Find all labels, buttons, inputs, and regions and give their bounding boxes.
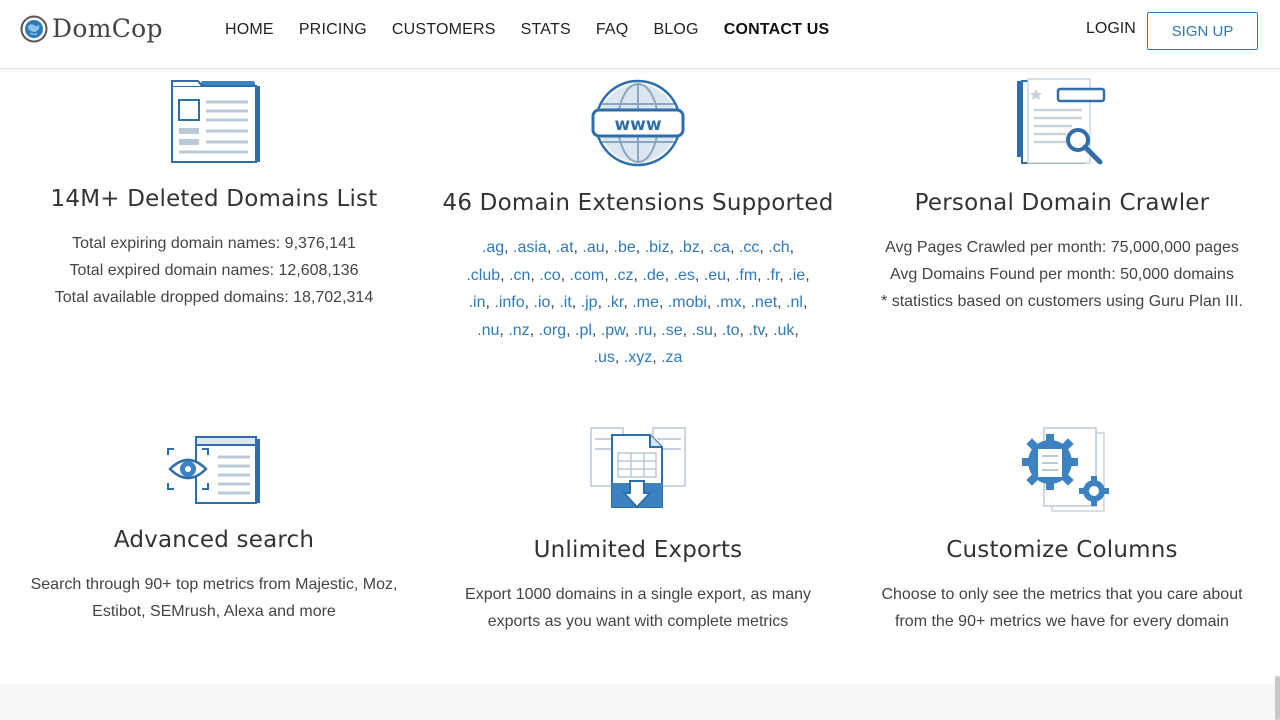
- extension-link[interactable]: .in: [469, 294, 486, 311]
- extension-link[interactable]: .au: [582, 239, 604, 256]
- extension-link[interactable]: .nz: [508, 322, 529, 339]
- extension-link[interactable]: .nl: [786, 294, 803, 311]
- extension-link[interactable]: .cn: [509, 267, 530, 284]
- feature-title: 46 Domain Extensions Supported: [442, 190, 834, 216]
- login-link[interactable]: LOGIN: [1086, 20, 1136, 38]
- extension-link[interactable]: .ca: [709, 239, 730, 256]
- footer-band: [0, 684, 1280, 720]
- extension-link[interactable]: .kr: [606, 294, 623, 311]
- svg-text:www: www: [614, 115, 661, 135]
- feature-title: Advanced search: [113, 527, 315, 553]
- nav-home[interactable]: HOME: [225, 21, 274, 39]
- extension-link[interactable]: .ie: [788, 267, 805, 284]
- feature-title: Unlimited Exports: [533, 537, 743, 563]
- signup-button[interactable]: SIGN UP: [1147, 12, 1258, 50]
- extension-link[interactable]: .jp: [581, 294, 598, 311]
- description-line: Export 1000 domains in a single export, …: [465, 586, 811, 603]
- extension-link[interactable]: .at: [556, 239, 574, 256]
- extension-link[interactable]: .pl: [575, 322, 592, 339]
- extension-link[interactable]: .ch: [768, 239, 789, 256]
- feature-description: Total expiring domain names: 9,376,141 T…: [14, 230, 414, 311]
- extension-link[interactable]: .fr: [766, 267, 779, 284]
- extension-link[interactable]: .org: [539, 322, 567, 339]
- page-scrollbar[interactable]: [1275, 676, 1280, 720]
- extension-link[interactable]: .info: [494, 294, 524, 311]
- extension-link[interactable]: .cc: [739, 239, 759, 256]
- feature-description: Export 1000 domains in a single export, …: [438, 581, 838, 635]
- site-header: DomCop HOME PRICING CUSTOMERS STATS FAQ …: [0, 0, 1280, 69]
- deleted-domains-list-icon: [171, 80, 260, 163]
- description-line: Choose to only see the metrics that you …: [881, 586, 1243, 603]
- extension-link[interactable]: .club: [466, 267, 500, 284]
- stat-expired: Total expired domain names: 12,608,136: [69, 262, 359, 279]
- extension-link[interactable]: .com: [570, 267, 605, 284]
- stat-pages-crawled: Avg Pages Crawled per month: 75,000,000 …: [885, 239, 1239, 256]
- logo[interactable]: DomCop: [20, 14, 163, 43]
- extension-link[interactable]: .ru: [634, 322, 653, 339]
- www-globe-icon: www: [591, 79, 685, 167]
- nav-blog[interactable]: BLOG: [653, 21, 698, 39]
- document-magnifier-icon: [1017, 78, 1106, 165]
- feature-title: Customize Columns: [946, 537, 1178, 563]
- extension-link[interactable]: .to: [722, 322, 740, 339]
- extension-link[interactable]: .eu: [704, 267, 726, 284]
- extension-link[interactable]: .nu: [477, 322, 499, 339]
- extension-link[interactable]: .xyz: [624, 349, 652, 366]
- description-line: Estibot, SEMrush, Alexa and more: [92, 603, 336, 620]
- logo-text: DomCop: [52, 14, 163, 43]
- extension-link[interactable]: .es: [674, 267, 695, 284]
- feature-advanced-search: Advanced search Search through 90+ top m…: [14, 425, 414, 625]
- extension-link[interactable]: .be: [614, 239, 636, 256]
- extension-link[interactable]: .se: [661, 322, 682, 339]
- export-download-icon: [590, 427, 686, 509]
- gear-columns-icon: [1022, 427, 1109, 512]
- extension-link[interactable]: .biz: [645, 239, 670, 256]
- extension-link[interactable]: .mobi: [668, 294, 707, 311]
- feature-title: 14M+ Deleted Domains List: [50, 186, 378, 212]
- stat-domains-found: Avg Domains Found per month: 50,000 doma…: [890, 266, 1234, 283]
- extension-link[interactable]: .co: [539, 267, 560, 284]
- feature-description: Choose to only see the metrics that you …: [862, 581, 1262, 635]
- extension-link[interactable]: .me: [632, 294, 659, 311]
- feature-domain-crawler: Personal Domain Crawler Avg Pages Crawle…: [862, 78, 1262, 315]
- nav-stats[interactable]: STATS: [521, 21, 571, 39]
- extension-link[interactable]: .su: [692, 322, 713, 339]
- eye-browser-icon: [167, 436, 260, 504]
- extension-link[interactable]: .asia: [513, 239, 547, 256]
- feature-unlimited-exports: Unlimited Exports Export 1000 domains in…: [438, 425, 838, 635]
- nav-customers[interactable]: CUSTOMERS: [392, 21, 496, 39]
- stat-expiring: Total expiring domain names: 9,376,141: [72, 235, 356, 252]
- description-line: Search through 90+ top metrics from Maje…: [30, 576, 398, 593]
- extension-link[interactable]: .cz: [613, 267, 633, 284]
- feature-title: Personal Domain Crawler: [914, 190, 1210, 216]
- extension-link[interactable]: .fm: [735, 267, 757, 284]
- extension-link[interactable]: .za: [661, 349, 682, 366]
- extension-link[interactable]: .bz: [678, 239, 699, 256]
- extension-link[interactable]: .it: [559, 294, 571, 311]
- extension-link[interactable]: .us: [594, 349, 615, 366]
- extension-list: .ag, .asia, .at, .au, .be, .biz, .bz, .c…: [466, 239, 810, 366]
- feature-description: Search through 90+ top metrics from Maje…: [14, 571, 414, 625]
- nav-contact-us[interactable]: CONTACT US: [724, 21, 830, 39]
- feature-deleted-domains: 14M+ Deleted Domains List Total expiring…: [14, 78, 414, 311]
- description-line: from the 90+ metrics we have for every d…: [895, 613, 1229, 630]
- main-nav: HOME PRICING CUSTOMERS STATS FAQ BLOG CO…: [225, 0, 854, 60]
- stat-dropped: Total available dropped domains: 18,702,…: [54, 289, 374, 306]
- extension-link[interactable]: .net: [750, 294, 777, 311]
- extension-link[interactable]: .de: [642, 267, 664, 284]
- feature-domain-extensions: www 46 Domain Extensions Supported .ag, …: [438, 78, 838, 372]
- feature-customize-columns: Customize Columns Choose to only see the…: [862, 425, 1262, 635]
- extension-link[interactable]: .uk: [773, 322, 794, 339]
- description-line: exports as you want with complete metric…: [487, 613, 789, 630]
- domcop-logo-icon: [20, 15, 48, 42]
- extension-link[interactable]: .io: [534, 294, 551, 311]
- feature-description: Avg Pages Crawled per month: 75,000,000 …: [862, 234, 1262, 315]
- stat-footnote: * statistics based on customers using Gu…: [881, 293, 1243, 310]
- extension-link[interactable]: .mx: [716, 294, 742, 311]
- nav-pricing[interactable]: PRICING: [299, 21, 367, 39]
- extension-link[interactable]: .ag: [482, 239, 504, 256]
- extension-link[interactable]: .pw: [601, 322, 625, 339]
- nav-faq[interactable]: FAQ: [596, 21, 629, 39]
- extension-link[interactable]: .tv: [748, 322, 764, 339]
